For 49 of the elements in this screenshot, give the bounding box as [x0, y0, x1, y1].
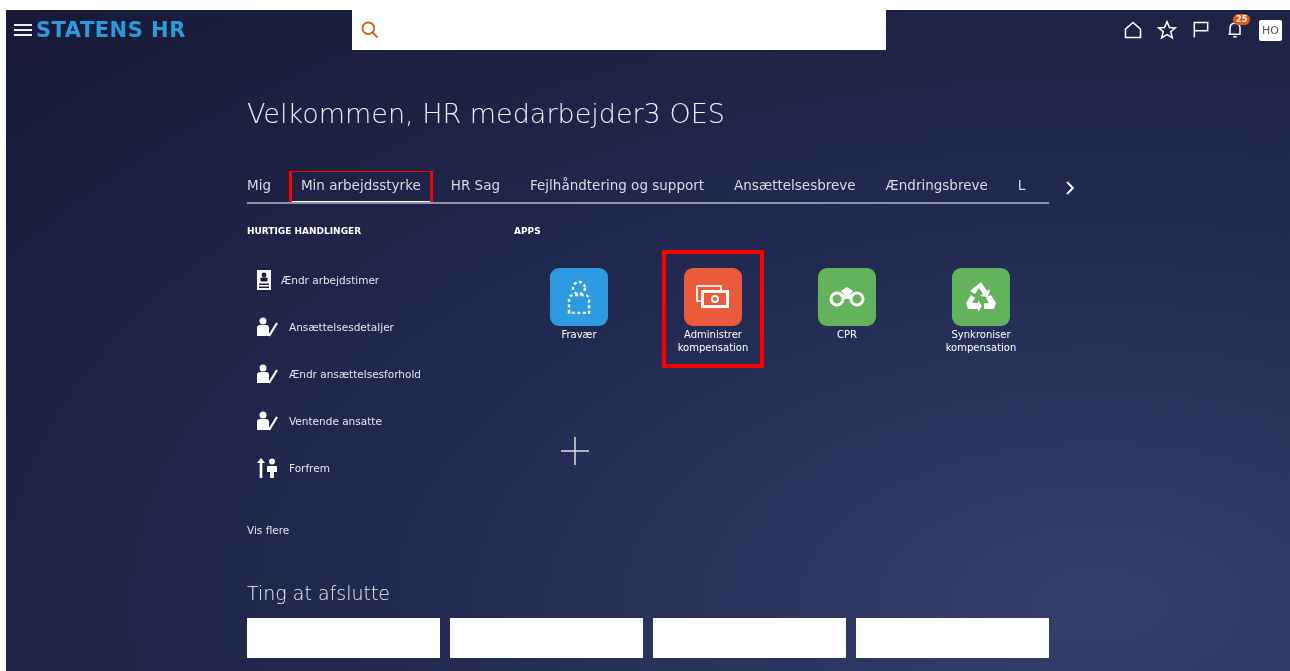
notification-count: 25 — [1233, 14, 1251, 25]
tab[interactable]: Ansættelsesbreve — [724, 171, 866, 202]
quick-action-link[interactable]: Ansættelsesdetaljer — [257, 317, 514, 337]
app-label: CPR — [837, 328, 857, 341]
quick-action-label: Ændr ansættelsesforhold — [289, 368, 421, 380]
section-title: HURTIGE HANDLINGER — [247, 226, 363, 236]
tab[interactable]: Ændringsbreve — [875, 171, 998, 202]
tab[interactable]: Mig — [247, 171, 281, 202]
quick-action-link[interactable]: Ventende ansatte — [257, 411, 514, 431]
welcome-heading: Velkommen, HR medarbejder3 OES — [247, 98, 726, 129]
tab[interactable]: L — [1007, 171, 1036, 202]
app-shortcut[interactable]: Administrer kompensation — [666, 254, 760, 364]
app-shortcut[interactable]: Fravær — [532, 254, 626, 364]
app-label: Administrer kompensation — [676, 328, 750, 354]
person-edit-icon — [257, 317, 279, 337]
section-title: APPS — [514, 226, 542, 236]
star-icon[interactable] — [1157, 20, 1178, 40]
search-icon — [360, 20, 380, 40]
tab[interactable]: Fejlhåndtering og support — [520, 171, 715, 202]
binoculars-icon — [828, 287, 866, 307]
section-heading: Ting at afslutte — [247, 582, 392, 604]
plus-icon[interactable] — [560, 436, 590, 466]
app-label: Synkroniser kompensation — [944, 328, 1018, 354]
quick-action-label: Ventende ansatte — [289, 415, 382, 427]
tab[interactable]: HR Sag — [440, 171, 510, 202]
person-edit-icon — [257, 411, 279, 431]
tab[interactable]: Min arbejdsstyrke — [290, 171, 431, 202]
recycle-icon — [964, 281, 998, 313]
id-card-icon — [257, 270, 271, 290]
quick-action-link[interactable]: Ændr ansættelsesforhold — [257, 364, 514, 384]
money-icon — [696, 285, 730, 309]
search-field[interactable] — [352, 10, 886, 50]
promote-icon — [257, 458, 279, 478]
quick-action-link[interactable]: Forfrem — [257, 458, 514, 478]
menu-icon[interactable] — [14, 23, 32, 37]
quick-action-label: Ansættelsesdetaljer — [289, 321, 394, 333]
app-label: Fravær — [561, 328, 597, 341]
app-title: STATENS HR — [36, 18, 186, 42]
person-outline-icon — [566, 280, 592, 314]
quick-action-label: Forfrem — [289, 462, 330, 474]
quick-action-label: Ændr arbejdstimer — [281, 274, 380, 286]
app-shortcut[interactable]: Synkroniser kompensation — [934, 254, 1028, 364]
app-shortcut[interactable]: CPR — [800, 254, 894, 364]
home-icon[interactable] — [1123, 20, 1144, 40]
quick-action-link[interactable]: Ændr arbejdstimer — [257, 270, 514, 290]
user-avatar[interactable]: HO — [1259, 19, 1282, 41]
show-more-link[interactable]: Vis flere — [247, 524, 514, 536]
chevron-right-icon[interactable] — [1065, 179, 1075, 196]
person-edit-icon — [257, 364, 279, 384]
